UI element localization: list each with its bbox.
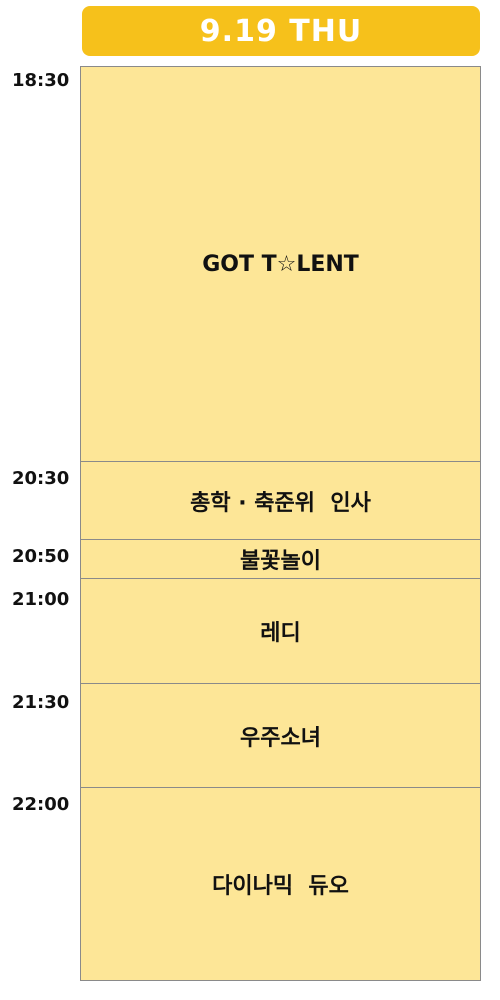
event-block-cosmic-girls[interactable]: 우주소녀 [80,683,481,788]
time-label: 18:30 [12,70,70,91]
time-column: 18:30 20:30 20:50 21:00 21:30 22:00 [0,0,80,1000]
event-block-ready[interactable]: 레디 [80,578,481,684]
date-header: 9.19 THU [82,6,480,56]
event-title: 다이나믹 듀오 [212,874,349,899]
time-label: 21:00 [12,589,70,610]
event-block-fireworks[interactable]: 불꽃놀이 [80,539,481,579]
time-label: 20:30 [12,468,70,489]
event-title: GOT T☆LENT [202,251,359,277]
event-block-dynamic-duo[interactable]: 다이나믹 듀오 [80,787,481,981]
event-title: 불꽃놀이 [240,549,321,574]
time-label: 20:50 [12,546,70,567]
event-title: 레디 [260,621,301,646]
event-block-greeting[interactable]: 총학 · 축준위 인사 [80,461,481,540]
schedule-grid: GOT T☆LENT 총학 · 축준위 인사 불꽃놀이 레디 우주소녀 다이나믹… [80,66,483,981]
schedule-page: 9.19 THU 18:30 20:30 20:50 21:00 21:30 2… [0,0,500,1000]
event-title: 총학 · 축준위 인사 [190,490,371,516]
date-label: 9.19 THU [199,13,363,49]
event-block-got-talent[interactable]: GOT T☆LENT [80,66,481,462]
time-label: 21:30 [12,692,70,713]
event-title: 우주소녀 [240,725,321,751]
time-label: 22:00 [12,794,70,815]
